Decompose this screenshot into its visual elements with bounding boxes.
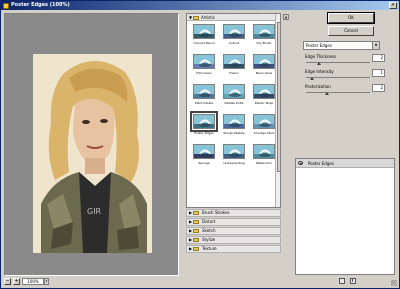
collapsed-arrow-icon: ▶ (189, 246, 193, 251)
new-effect-layer-icon[interactable] (339, 278, 345, 284)
filter-thumbnail-label: Palette Knife (224, 101, 244, 105)
app-icon (3, 2, 9, 9)
filter-select-value: Poster Edges (306, 43, 332, 48)
category-label: Stylize (202, 237, 216, 242)
filter-thumbnail-label: Plastic Wrap (254, 101, 274, 105)
effect-layer-row[interactable]: Poster Edges (296, 159, 394, 168)
preview-area[interactable]: GIR (4, 13, 179, 276)
scrollbar-thumb[interactable] (277, 22, 280, 172)
category-texture[interactable]: ▶ Texture (186, 245, 281, 253)
zoom-level[interactable]: 100% (22, 278, 44, 285)
param-value-input[interactable]: 2 (372, 54, 385, 62)
param-slider-thumb[interactable] (317, 62, 321, 65)
zoom-dropdown-icon[interactable]: ▾ (44, 278, 49, 285)
filter-thumbnail-label: Rough Pastels (223, 131, 245, 135)
param-slider-track[interactable] (306, 77, 370, 78)
param-label: Edge Intensity (305, 69, 334, 74)
filter-thumbnail-label: Dry Brush (256, 41, 272, 45)
collapsed-arrow-icon: ▶ (189, 210, 193, 215)
filter-thumbnail-label: Poster Edges (194, 131, 214, 135)
filter-thumbnail-label: Fresco (229, 71, 239, 75)
filter-thumbnail-label: Neon Glow (255, 71, 273, 75)
param-slider-track[interactable] (306, 62, 370, 63)
filter-thumbnail-label: Cutout (228, 41, 240, 45)
cancel-button[interactable]: Cancel (328, 26, 374, 36)
delete-effect-layer-icon[interactable] (350, 278, 356, 284)
param-label: Edge Thickness (305, 54, 337, 59)
window-title: Poster Edges (100%) (11, 2, 70, 8)
filter-thumbnail[interactable] (193, 24, 215, 39)
category-sketch[interactable]: ▶ Sketch (186, 227, 281, 235)
filter-thumbnail[interactable] (253, 84, 275, 99)
folder-icon (193, 238, 199, 242)
category-distort[interactable]: ▶ Distort (186, 218, 281, 226)
param-slider-thumb[interactable] (310, 77, 314, 80)
folder-icon (193, 247, 199, 251)
filter-thumbnail[interactable] (223, 114, 245, 129)
param-slider-track[interactable] (306, 92, 370, 93)
resize-grip[interactable] (391, 280, 397, 286)
chevron-down-icon: ▼ (372, 42, 379, 49)
category-brush-strokes[interactable]: ▶ Brush Strokes (186, 209, 281, 217)
filter-thumbnail[interactable] (193, 84, 215, 99)
filter-thumbnail[interactable] (190, 111, 218, 132)
category-label: Artistic (201, 15, 216, 20)
expanded-arrow-icon: ▼ (189, 15, 193, 20)
svg-text:GIR: GIR (87, 207, 102, 216)
filter-thumbnail[interactable] (253, 114, 275, 129)
param-slider-thumb[interactable] (325, 92, 329, 95)
filter-gallery: ▼ Artistic Colored Pencil Cutout Dry Brush… (186, 13, 281, 208)
filter-thumbnail-label: Smudge Stick (253, 131, 275, 135)
filter-thumbnail-label: Paint Daubs (195, 101, 213, 105)
param-value-input[interactable]: 2 (372, 84, 385, 92)
category-artistic[interactable]: ▼ Artistic (187, 14, 275, 21)
filter-thumbnail-label: Underpainting (223, 161, 245, 165)
filter-gallery-window: Poster Edges (100%) × GIR − + 100% ▾ ▼ A… (0, 0, 400, 289)
category-label: Distort (202, 219, 216, 224)
filter-thumbnail[interactable] (253, 54, 275, 69)
param-label: Posterization (305, 84, 331, 89)
visibility-eye-icon[interactable] (298, 161, 303, 165)
folder-icon (193, 220, 199, 224)
folder-icon (193, 211, 199, 215)
collapse-gallery-icon[interactable]: ▲ (283, 14, 289, 20)
collapsed-arrow-icon: ▶ (189, 228, 193, 233)
folder-open-icon (193, 15, 199, 20)
filter-thumbnail-label: Watercolor (255, 161, 273, 165)
category-label: Sketch (202, 228, 216, 233)
filter-thumbnail[interactable] (223, 84, 245, 99)
effect-layer-label: Poster Edges (308, 161, 334, 166)
filter-thumbnail-label: Sponge (198, 161, 210, 165)
filter-thumbnail-label: Film Grain (196, 71, 212, 75)
filter-select[interactable]: Poster Edges ▼ (303, 41, 380, 50)
filter-thumbnail[interactable] (223, 54, 245, 69)
zoom-bar: − + 100% ▾ (4, 278, 179, 286)
filter-thumbnail[interactable] (253, 24, 275, 39)
category-stylize[interactable]: ▶ Stylize (186, 236, 281, 244)
filter-thumbnail[interactable] (193, 144, 215, 159)
filter-thumbnail[interactable] (223, 144, 245, 159)
zoom-in-button[interactable]: + (13, 278, 20, 285)
collapsed-arrow-icon: ▶ (189, 219, 193, 224)
close-button[interactable]: × (389, 2, 397, 9)
category-label: Brush Strokes (202, 210, 230, 215)
param-value-input[interactable]: 1 (372, 69, 385, 77)
preview-image: GIR (33, 54, 152, 253)
effect-layers-panel: Poster Edges (295, 158, 395, 275)
collapsed-arrow-icon: ▶ (189, 237, 193, 242)
filter-thumbnail[interactable] (193, 54, 215, 69)
filter-thumbnail[interactable] (223, 24, 245, 39)
zoom-out-button[interactable]: − (4, 278, 11, 285)
folder-icon (193, 229, 199, 233)
filter-thumbnail-label: Colored Pencil (193, 41, 215, 45)
title-bar[interactable]: Poster Edges (100%) × (1, 1, 399, 10)
ok-button[interactable]: OK (327, 12, 375, 24)
filter-thumbnail[interactable] (253, 144, 275, 159)
category-label: Texture (202, 246, 217, 251)
gallery-scrollbar[interactable] (275, 14, 280, 207)
